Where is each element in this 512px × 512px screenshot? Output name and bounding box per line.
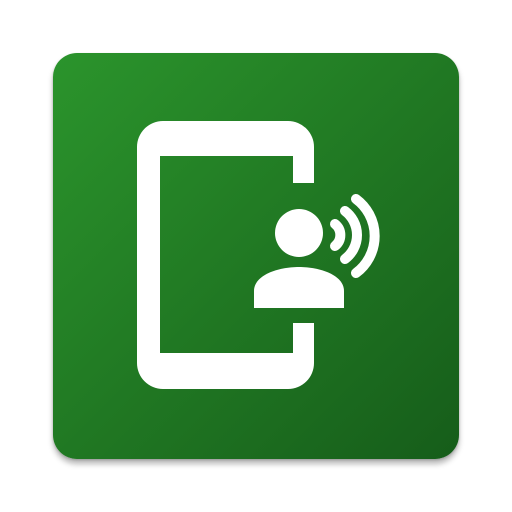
app-icon-graphic	[53, 53, 459, 459]
app-icon-background	[53, 53, 459, 459]
icon-canvas	[0, 0, 512, 512]
app-icon[interactable]	[53, 53, 459, 459]
